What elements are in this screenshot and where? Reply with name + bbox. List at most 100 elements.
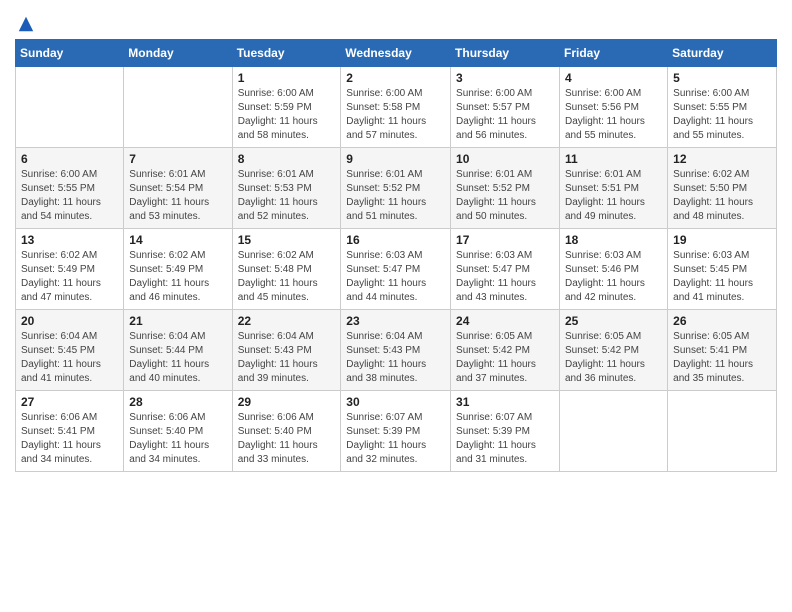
calendar-week-row: 20 Sunrise: 6:04 AMSunset: 5:45 PMDayligh… — [16, 310, 777, 391]
day-info: Sunrise: 6:00 AMSunset: 5:55 PMDaylight:… — [21, 168, 118, 224]
day-number: 3 — [456, 71, 554, 85]
day-info: Sunrise: 6:02 AMSunset: 5:49 PMDaylight:… — [129, 249, 226, 305]
calendar-cell: 20 Sunrise: 6:04 AMSunset: 5:45 PMDayligh… — [16, 310, 124, 391]
day-info: Sunrise: 6:04 AMSunset: 5:43 PMDaylight:… — [346, 330, 445, 386]
logo-icon — [17, 15, 35, 33]
day-info: Sunrise: 6:04 AMSunset: 5:45 PMDaylight:… — [21, 330, 118, 386]
day-info: Sunrise: 6:03 AMSunset: 5:47 PMDaylight:… — [456, 249, 554, 305]
day-number: 26 — [673, 314, 771, 328]
day-number: 23 — [346, 314, 445, 328]
calendar-cell: 10 Sunrise: 6:01 AMSunset: 5:52 PMDayligh… — [451, 148, 560, 229]
day-number: 10 — [456, 152, 554, 166]
calendar-cell: 29Sunrise: 6:06 AMSunset: 5:40 PMDayligh… — [232, 391, 341, 472]
day-number: 5 — [673, 71, 771, 85]
calendar-cell: 26Sunrise: 6:05 AMSunset: 5:41 PMDayligh… — [668, 310, 777, 391]
day-info: Sunrise: 6:06 AMSunset: 5:41 PMDaylight:… — [21, 411, 118, 467]
day-info: Sunrise: 6:02 AMSunset: 5:50 PMDaylight:… — [673, 168, 771, 224]
calendar-cell: 19 Sunrise: 6:03 AMSunset: 5:45 PMDayligh… — [668, 229, 777, 310]
calendar-week-row: 1 Sunrise: 6:00 AMSunset: 5:59 PMDaylight… — [16, 67, 777, 148]
day-info: Sunrise: 6:01 AMSunset: 5:54 PMDaylight:… — [129, 168, 226, 224]
calendar-header: SundayMondayTuesdayWednesdayThursdayFrid… — [16, 40, 777, 67]
calendar-cell: 23 Sunrise: 6:04 AMSunset: 5:43 PMDayligh… — [341, 310, 451, 391]
day-number: 9 — [346, 152, 445, 166]
page-header — [15, 15, 777, 29]
day-number: 30 — [346, 395, 445, 409]
calendar-cell: 25 Sunrise: 6:05 AMSunset: 5:42 PMDayligh… — [560, 310, 668, 391]
calendar-cell: 15 Sunrise: 6:02 AMSunset: 5:48 PMDayligh… — [232, 229, 341, 310]
calendar-cell — [16, 67, 124, 148]
logo — [15, 15, 35, 29]
day-info: Sunrise: 6:03 AMSunset: 5:46 PMDaylight:… — [565, 249, 662, 305]
calendar-cell: 4 Sunrise: 6:00 AMSunset: 5:56 PMDaylight… — [560, 67, 668, 148]
calendar-week-row: 27 Sunrise: 6:06 AMSunset: 5:41 PMDayligh… — [16, 391, 777, 472]
day-info: Sunrise: 6:01 AMSunset: 5:52 PMDaylight:… — [456, 168, 554, 224]
day-number: 21 — [129, 314, 226, 328]
day-number: 4 — [565, 71, 662, 85]
day-info: Sunrise: 6:00 AMSunset: 5:59 PMDaylight:… — [238, 87, 336, 143]
day-info: Sunrise: 6:00 AMSunset: 5:55 PMDaylight:… — [673, 87, 771, 143]
calendar-cell: 28 Sunrise: 6:06 AMSunset: 5:40 PMDayligh… — [124, 391, 232, 472]
day-info: Sunrise: 6:06 AMSunset: 5:40 PMDaylight:… — [129, 411, 226, 467]
day-of-week-header: Wednesday — [341, 40, 451, 67]
day-info: Sunrise: 6:01 AMSunset: 5:52 PMDaylight:… — [346, 168, 445, 224]
day-number: 31 — [456, 395, 554, 409]
day-info: Sunrise: 6:00 AMSunset: 5:57 PMDaylight:… — [456, 87, 554, 143]
day-info: Sunrise: 6:02 AMSunset: 5:49 PMDaylight:… — [21, 249, 118, 305]
day-of-week-header: Sunday — [16, 40, 124, 67]
day-number: 15 — [238, 233, 336, 247]
calendar-week-row: 6 Sunrise: 6:00 AMSunset: 5:55 PMDaylight… — [16, 148, 777, 229]
calendar-cell: 8Sunrise: 6:01 AMSunset: 5:53 PMDaylight… — [232, 148, 341, 229]
day-number: 6 — [21, 152, 118, 166]
calendar-cell: 5 Sunrise: 6:00 AMSunset: 5:55 PMDaylight… — [668, 67, 777, 148]
calendar-cell: 21 Sunrise: 6:04 AMSunset: 5:44 PMDayligh… — [124, 310, 232, 391]
day-number: 12 — [673, 152, 771, 166]
day-number: 25 — [565, 314, 662, 328]
day-number: 28 — [129, 395, 226, 409]
calendar-cell: 30 Sunrise: 6:07 AMSunset: 5:39 PMDayligh… — [341, 391, 451, 472]
calendar-cell: 22 Sunrise: 6:04 AMSunset: 5:43 PMDayligh… — [232, 310, 341, 391]
calendar-cell: 12 Sunrise: 6:02 AMSunset: 5:50 PMDayligh… — [668, 148, 777, 229]
day-info: Sunrise: 6:04 AMSunset: 5:43 PMDaylight:… — [238, 330, 336, 386]
day-info: Sunrise: 6:01 AMSunset: 5:51 PMDaylight:… — [565, 168, 662, 224]
day-info: Sunrise: 6:07 AMSunset: 5:39 PMDaylight:… — [456, 411, 554, 467]
header-row: SundayMondayTuesdayWednesdayThursdayFrid… — [16, 40, 777, 67]
calendar-cell — [668, 391, 777, 472]
calendar-cell: 3 Sunrise: 6:00 AMSunset: 5:57 PMDaylight… — [451, 67, 560, 148]
day-info: Sunrise: 6:02 AMSunset: 5:48 PMDaylight:… — [238, 249, 336, 305]
day-info: Sunrise: 6:05 AMSunset: 5:42 PMDaylight:… — [456, 330, 554, 386]
day-info: Sunrise: 6:00 AMSunset: 5:56 PMDaylight:… — [565, 87, 662, 143]
calendar-cell — [560, 391, 668, 472]
calendar-cell: 13 Sunrise: 6:02 AMSunset: 5:49 PMDayligh… — [16, 229, 124, 310]
day-info: Sunrise: 6:04 AMSunset: 5:44 PMDaylight:… — [129, 330, 226, 386]
calendar-cell: 9 Sunrise: 6:01 AMSunset: 5:52 PMDaylight… — [341, 148, 451, 229]
day-info: Sunrise: 6:05 AMSunset: 5:42 PMDaylight:… — [565, 330, 662, 386]
calendar-table: SundayMondayTuesdayWednesdayThursdayFrid… — [15, 39, 777, 472]
day-info: Sunrise: 6:01 AMSunset: 5:53 PMDaylight:… — [238, 168, 336, 224]
day-number: 17 — [456, 233, 554, 247]
day-number: 27 — [21, 395, 118, 409]
calendar-cell: 18 Sunrise: 6:03 AMSunset: 5:46 PMDayligh… — [560, 229, 668, 310]
day-of-week-header: Friday — [560, 40, 668, 67]
day-number: 18 — [565, 233, 662, 247]
day-info: Sunrise: 6:03 AMSunset: 5:45 PMDaylight:… — [673, 249, 771, 305]
calendar-cell: 24Sunrise: 6:05 AMSunset: 5:42 PMDayligh… — [451, 310, 560, 391]
day-number: 14 — [129, 233, 226, 247]
calendar-cell: 16Sunrise: 6:03 AMSunset: 5:47 PMDayligh… — [341, 229, 451, 310]
calendar-cell: 1 Sunrise: 6:00 AMSunset: 5:59 PMDaylight… — [232, 67, 341, 148]
day-number: 20 — [21, 314, 118, 328]
day-number: 11 — [565, 152, 662, 166]
calendar-cell: 2Sunrise: 6:00 AMSunset: 5:58 PMDaylight… — [341, 67, 451, 148]
day-number: 1 — [238, 71, 336, 85]
day-number: 22 — [238, 314, 336, 328]
calendar-cell: 7 Sunrise: 6:01 AMSunset: 5:54 PMDaylight… — [124, 148, 232, 229]
calendar-cell: 31 Sunrise: 6:07 AMSunset: 5:39 PMDayligh… — [451, 391, 560, 472]
day-number: 13 — [21, 233, 118, 247]
calendar-cell: 6 Sunrise: 6:00 AMSunset: 5:55 PMDaylight… — [16, 148, 124, 229]
calendar-week-row: 13 Sunrise: 6:02 AMSunset: 5:49 PMDayligh… — [16, 229, 777, 310]
day-number: 7 — [129, 152, 226, 166]
calendar-cell — [124, 67, 232, 148]
day-number: 19 — [673, 233, 771, 247]
day-info: Sunrise: 6:07 AMSunset: 5:39 PMDaylight:… — [346, 411, 445, 467]
day-of-week-header: Monday — [124, 40, 232, 67]
calendar-cell: 11 Sunrise: 6:01 AMSunset: 5:51 PMDayligh… — [560, 148, 668, 229]
